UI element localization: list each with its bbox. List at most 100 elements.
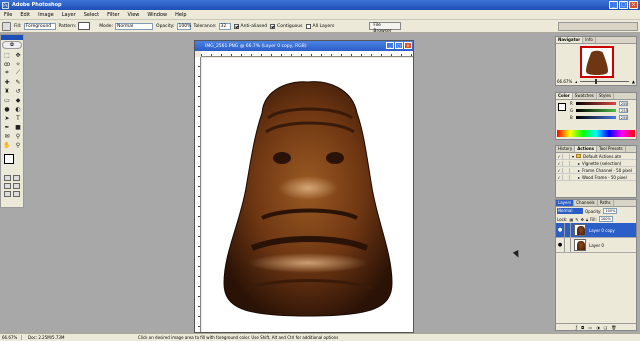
full-screen-mode-icon[interactable] [4, 191, 11, 197]
path-selection-tool-icon[interactable]: ➤ [2, 114, 12, 122]
healing-brush-tool-icon[interactable]: ✚ [2, 78, 12, 86]
hand-tool-icon[interactable]: ✋ [2, 141, 12, 149]
history-brush-tool-icon[interactable]: ↺ [13, 87, 23, 95]
maximize-button[interactable]: □ [619, 1, 628, 9]
lasso-tool-icon[interactable]: ꝏ [2, 60, 12, 68]
layer-style-icon[interactable]: ƒ [576, 325, 577, 330]
doc-minimize-button[interactable]: _ [386, 42, 394, 49]
action-toggle-check[interactable]: ✓ [556, 153, 563, 159]
status-zoom[interactable]: 66.67% [0, 335, 22, 340]
action-item-row[interactable]: ✓ ▸ Frame Channel - 50 pixel [556, 167, 636, 174]
new-set-icon[interactable]: ▭ [588, 325, 592, 330]
menu-image[interactable]: Image [34, 12, 58, 18]
image-canvas[interactable] [202, 58, 413, 332]
paint-bucket-tool-icon[interactable]: ◆ [13, 96, 23, 104]
status-doc-size[interactable]: Doc: 2.25M/5.73M [22, 335, 82, 340]
layer-row-layer-0-copy[interactable]: ● Layer 0 copy [556, 223, 636, 238]
marquee-tool-icon[interactable]: ⬚ [2, 51, 12, 59]
red-slider[interactable] [575, 102, 616, 105]
quick-mask-mode-icon[interactable] [13, 175, 20, 181]
expand-triangle-icon[interactable]: ▾ [572, 154, 574, 159]
menu-view[interactable]: View [124, 12, 144, 18]
tab-channels[interactable]: Channels [574, 200, 598, 206]
type-tool-icon[interactable]: T [13, 114, 23, 122]
tab-info[interactable]: Info [583, 37, 596, 43]
pen-tool-icon[interactable]: ✒ [2, 123, 12, 131]
menu-file[interactable]: File [0, 12, 16, 18]
blur-tool-icon[interactable]: ● [2, 105, 12, 113]
zoom-tool-icon[interactable]: ⚲ [13, 141, 23, 149]
jump-to-imageready-icon[interactable] [13, 191, 20, 197]
tab-tool-presets[interactable]: Tool Presets [597, 146, 626, 152]
doc-close-button[interactable]: × [404, 42, 412, 49]
eraser-tool-icon[interactable]: ▭ [2, 96, 12, 104]
doc-maximize-button[interactable]: □ [395, 42, 403, 49]
zoom-out-icon[interactable]: ▴ [575, 79, 577, 84]
expand-triangle-icon[interactable]: ▸ [578, 168, 580, 173]
clone-stamp-tool-icon[interactable]: ♜ [2, 87, 12, 95]
tolerance-field[interactable]: 32 [218, 22, 231, 30]
document-window[interactable]: IMG_2561.PNG @ 66.7% (Layer 0 copy, RGB)… [194, 40, 414, 333]
color-spectrum-bar[interactable] [557, 130, 635, 137]
adobe-online-icon[interactable]: ✿ [2, 41, 22, 49]
visibility-eye-icon[interactable]: ● [556, 238, 565, 252]
tab-layers[interactable]: Layers [556, 200, 575, 206]
shape-tool-icon[interactable]: ■ [13, 123, 23, 131]
tab-paths[interactable]: Paths [598, 200, 614, 206]
menu-filter[interactable]: Filter [103, 12, 123, 18]
tab-history[interactable]: History [556, 146, 576, 152]
tab-swatches[interactable]: Swatches [573, 93, 597, 99]
new-layer-icon[interactable]: ❏ [604, 325, 608, 330]
brush-tool-icon[interactable]: ✎ [13, 78, 23, 86]
tab-actions[interactable]: Actions [575, 146, 597, 152]
contiguous-checkbox[interactable] [270, 23, 276, 29]
dialog-toggle-icon[interactable] [563, 167, 570, 173]
layer-opacity-field[interactable]: 100% [603, 208, 618, 214]
anti-aliased-checkbox[interactable] [233, 23, 239, 29]
layer-link-brush-icon[interactable] [565, 238, 571, 252]
paint-bucket-tool-preset-icon[interactable] [2, 21, 11, 31]
blend-mode-select[interactable]: Normal [557, 208, 583, 214]
red-value[interactable]: 255 [618, 101, 628, 106]
move-tool-icon[interactable]: ✥ [13, 51, 23, 59]
full-screen-menu-mode-icon[interactable] [13, 183, 20, 189]
lock-transparency-icon[interactable]: ▦ [569, 217, 573, 222]
document-title-bar[interactable]: IMG_2561.PNG @ 66.7% (Layer 0 copy, RGB)… [195, 41, 413, 51]
fill-select[interactable]: Foreground [23, 22, 56, 30]
dialog-toggle-icon[interactable] [563, 174, 570, 180]
zoom-in-icon[interactable]: ▲ [632, 79, 635, 84]
action-item-row[interactable]: ✓ ▸ Vignette (selection) [556, 160, 636, 167]
lock-image-icon[interactable]: ✎ [575, 217, 578, 222]
tab-styles[interactable]: Styles [597, 93, 615, 99]
slice-tool-icon[interactable]: ⟋ [13, 69, 23, 77]
lock-position-icon[interactable]: ✥ [581, 217, 584, 222]
navigator-thumbnail[interactable] [580, 46, 614, 78]
action-toggle-check[interactable]: ✓ [556, 160, 563, 166]
color-panel-swatch[interactable] [558, 103, 566, 111]
adjustment-layer-icon[interactable]: ◑ [596, 325, 600, 330]
action-set-row[interactable]: ✓ ▾ Default Actions.atn [556, 153, 636, 160]
lock-all-icon[interactable]: 🔒︎ [586, 217, 588, 222]
green-slider[interactable] [576, 109, 617, 112]
menu-edit[interactable]: Edit [16, 12, 34, 18]
delete-layer-icon[interactable]: 🗑︎ [611, 325, 616, 330]
menu-window[interactable]: Window [143, 12, 171, 18]
close-button[interactable]: × [629, 1, 638, 9]
minimize-button[interactable]: _ [609, 1, 618, 9]
action-toggle-check[interactable]: ✓ [556, 167, 563, 173]
visibility-eye-icon[interactable]: ● [556, 223, 565, 237]
tab-navigator[interactable]: Navigator [556, 37, 584, 43]
action-item-row[interactable]: ✓ ▸ Wood Frame - 50 pixel [556, 174, 636, 181]
foreground-color-swatch[interactable] [4, 154, 14, 164]
opacity-field[interactable]: 100% [176, 22, 191, 30]
zoom-slider[interactable] [580, 79, 629, 84]
pattern-picker[interactable] [78, 22, 91, 30]
standard-screen-mode-icon[interactable] [4, 183, 11, 189]
menu-layer[interactable]: Layer [58, 12, 80, 18]
mode-select[interactable]: Normal [115, 22, 154, 30]
dialog-toggle-icon[interactable] [563, 153, 570, 159]
crop-tool-icon[interactable]: ⌗ [2, 69, 12, 77]
green-value[interactable]: 255 [619, 108, 629, 113]
file-browser-tab[interactable]: File Browser [369, 22, 402, 34]
notes-tool-icon[interactable]: ✉ [2, 132, 12, 140]
